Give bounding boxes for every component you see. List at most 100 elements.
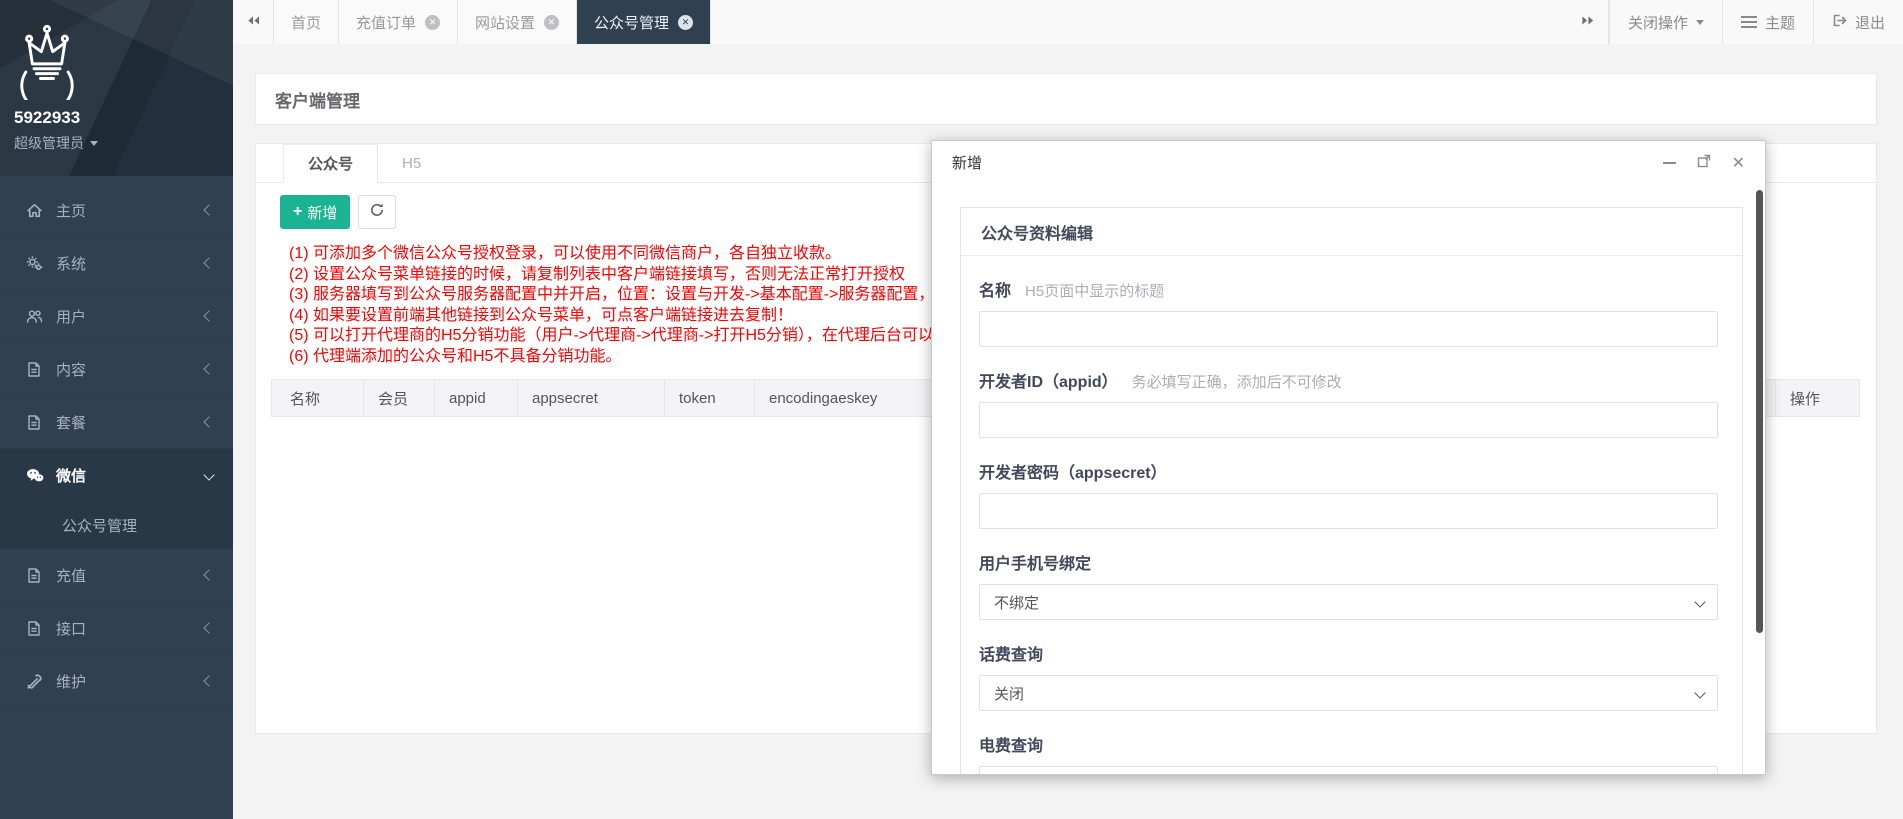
table-header-cell: 会员	[364, 380, 435, 416]
logout-icon	[1832, 13, 1847, 32]
sidebar-subitem-mp-management[interactable]: 公众号管理	[0, 501, 233, 549]
close-operations-label: 关闭操作	[1628, 12, 1688, 33]
select-value: 关闭	[994, 683, 1024, 704]
notice-line: (5) 可以打开代理商的H5分销功能（用户->代理商->代理商->打开H5分销）…	[289, 326, 998, 347]
add-button[interactable]: + 新增	[280, 195, 350, 229]
sidebar-item-users[interactable]: 用户	[0, 290, 233, 343]
field-label: 开发者ID（appid）	[979, 368, 1118, 392]
maximize-icon	[1697, 154, 1711, 172]
content-tab-mp[interactable]: 公众号	[283, 144, 378, 183]
chevron-left-icon	[203, 416, 214, 427]
sidebar-brand: 5922933 超级管理员	[0, 0, 233, 176]
field-input-appid[interactable]	[979, 402, 1718, 438]
top-tab-mp-management[interactable]: 公众号管理 ✕	[577, 0, 711, 44]
close-operations-dropdown[interactable]: 关闭操作	[1609, 0, 1722, 44]
field-select-phone-bind[interactable]: 不绑定	[979, 584, 1718, 620]
sidebar-item-label: 微信	[56, 465, 205, 486]
sidebar-item-label: 套餐	[56, 412, 205, 433]
form-group-phone-bill-query: 话费查询关闭	[979, 641, 1718, 711]
wechat-icon	[26, 467, 46, 484]
notice-line: (4) 如果要设置前端其他链接到公众号菜单，可点客户端链接进去复制！	[289, 306, 998, 327]
top-tab-label: 首页	[291, 12, 321, 33]
page-title: 客户端管理	[275, 87, 360, 112]
theme-bars-icon	[1741, 16, 1757, 29]
field-input-appsecret[interactable]	[979, 493, 1718, 529]
top-tab-strip: 首页 充值订单 ✕ 网站设置 ✕ 公众号管理 ✕	[274, 0, 711, 44]
sidebar-subitem-label: 公众号管理	[62, 515, 137, 536]
logout-button[interactable]: 退出	[1813, 0, 1903, 44]
field-input-name[interactable]	[979, 311, 1718, 347]
table-header-cell: 名称	[272, 380, 364, 416]
sidebar-item-wechat[interactable]: 微信	[0, 449, 233, 501]
minimize-icon	[1663, 162, 1676, 164]
caret-down-icon	[90, 141, 98, 146]
content-tab-h5[interactable]: H5	[378, 144, 445, 182]
top-tab-home[interactable]: 首页	[274, 0, 339, 44]
sidebar-item-recharge[interactable]: 充值	[0, 549, 233, 602]
sidebar-item-label: 内容	[56, 359, 205, 380]
sidebar-item-label: 主页	[56, 200, 205, 221]
double-chevron-left-icon	[246, 14, 261, 31]
file-icon	[26, 567, 46, 584]
file-icon	[26, 361, 46, 378]
logout-label: 退出	[1855, 12, 1885, 33]
chevron-down-icon	[1694, 596, 1705, 607]
field-hint: H5页面中显示的标题	[1025, 280, 1164, 301]
table-header-cell: token	[665, 380, 755, 416]
sidebar-group-wechat: 微信公众号管理	[0, 449, 233, 549]
theme-label: 主题	[1765, 12, 1795, 33]
top-tab-label: 充值订单	[356, 12, 416, 33]
sidebar-item-content[interactable]: 内容	[0, 343, 233, 396]
tab-close-icon[interactable]: ✕	[425, 15, 440, 30]
tab-close-icon[interactable]: ✕	[544, 15, 559, 30]
field-hint: 务必填写正确，添加后不可修改	[1132, 371, 1342, 392]
home-icon	[26, 202, 46, 219]
content-tab-label: 公众号	[308, 153, 353, 174]
notice-list: (1) 可添加多个微信公众号授权登录，可以使用不同微信商户，各自独立收款。(2)…	[289, 244, 998, 368]
top-tab-label: 网站设置	[475, 12, 535, 33]
tab-close-icon[interactable]: ✕	[678, 15, 693, 30]
maximize-button[interactable]	[1697, 154, 1711, 172]
scroll-tabs-left-button[interactable]	[233, 0, 274, 44]
user-role-dropdown[interactable]: 超级管理员	[14, 133, 98, 153]
file-icon	[26, 414, 46, 431]
chevron-left-icon	[203, 257, 214, 268]
close-button[interactable]: ✕	[1732, 153, 1745, 173]
sidebar-item-packages[interactable]: 套餐	[0, 396, 233, 449]
sidebar-item-maintenance[interactable]: 维护	[0, 655, 233, 708]
sidebar-item-api[interactable]: 接口	[0, 602, 233, 655]
form-section-title: 公众号资料编辑	[961, 208, 1742, 256]
sidebar-item-label: 用户	[56, 306, 205, 327]
notice-line: (3) 服务器填写到公众号服务器配置中并开启，位置：设置与开发->基本配置->服…	[289, 285, 998, 306]
chevron-left-icon	[203, 310, 214, 321]
select-value: 关闭	[994, 774, 1024, 775]
top-tab-site-settings[interactable]: 网站设置 ✕	[458, 0, 577, 44]
sidebar-item-label: 接口	[56, 618, 205, 639]
form-group-name: 名称 H5页面中显示的标题	[979, 277, 1718, 347]
field-label: 名称	[979, 277, 1011, 301]
chevron-left-icon	[203, 204, 214, 215]
chevron-left-icon	[203, 675, 214, 686]
sidebar: 5922933 超级管理员 主页系统用户内容套餐微信公众号管理充值接口维护	[0, 0, 233, 819]
field-label-row: 电费查询	[979, 732, 1718, 756]
dialog-body: 公众号资料编辑 名称 H5页面中显示的标题开发者ID（appid） 务必填写正确，添…	[932, 184, 1765, 774]
content-tab-label: H5	[402, 155, 421, 172]
top-tab-label: 公众号管理	[594, 12, 669, 33]
dialog-title: 新增	[952, 152, 982, 173]
dialog-header: 新增 ✕	[932, 141, 1765, 185]
crown-logo-icon	[8, 18, 86, 104]
field-select-electric-bill-query[interactable]: 关闭	[979, 766, 1718, 774]
refresh-button[interactable]	[358, 195, 396, 229]
theme-button[interactable]: 主题	[1722, 0, 1813, 44]
sidebar-item-home[interactable]: 主页	[0, 184, 233, 237]
double-chevron-right-icon	[1580, 14, 1595, 31]
top-tab-recharge-orders[interactable]: 充值订单 ✕	[339, 0, 458, 44]
sidebar-item-system[interactable]: 系统	[0, 237, 233, 290]
tools-icon	[26, 673, 46, 690]
minimize-button[interactable]	[1663, 162, 1676, 164]
field-select-phone-bill-query[interactable]: 关闭	[979, 675, 1718, 711]
dialog-scrollbar-thumb[interactable]	[1756, 190, 1763, 633]
scroll-tabs-right-button[interactable]	[1568, 0, 1609, 44]
field-label-row: 名称 H5页面中显示的标题	[979, 277, 1718, 301]
file-icon	[26, 620, 46, 637]
